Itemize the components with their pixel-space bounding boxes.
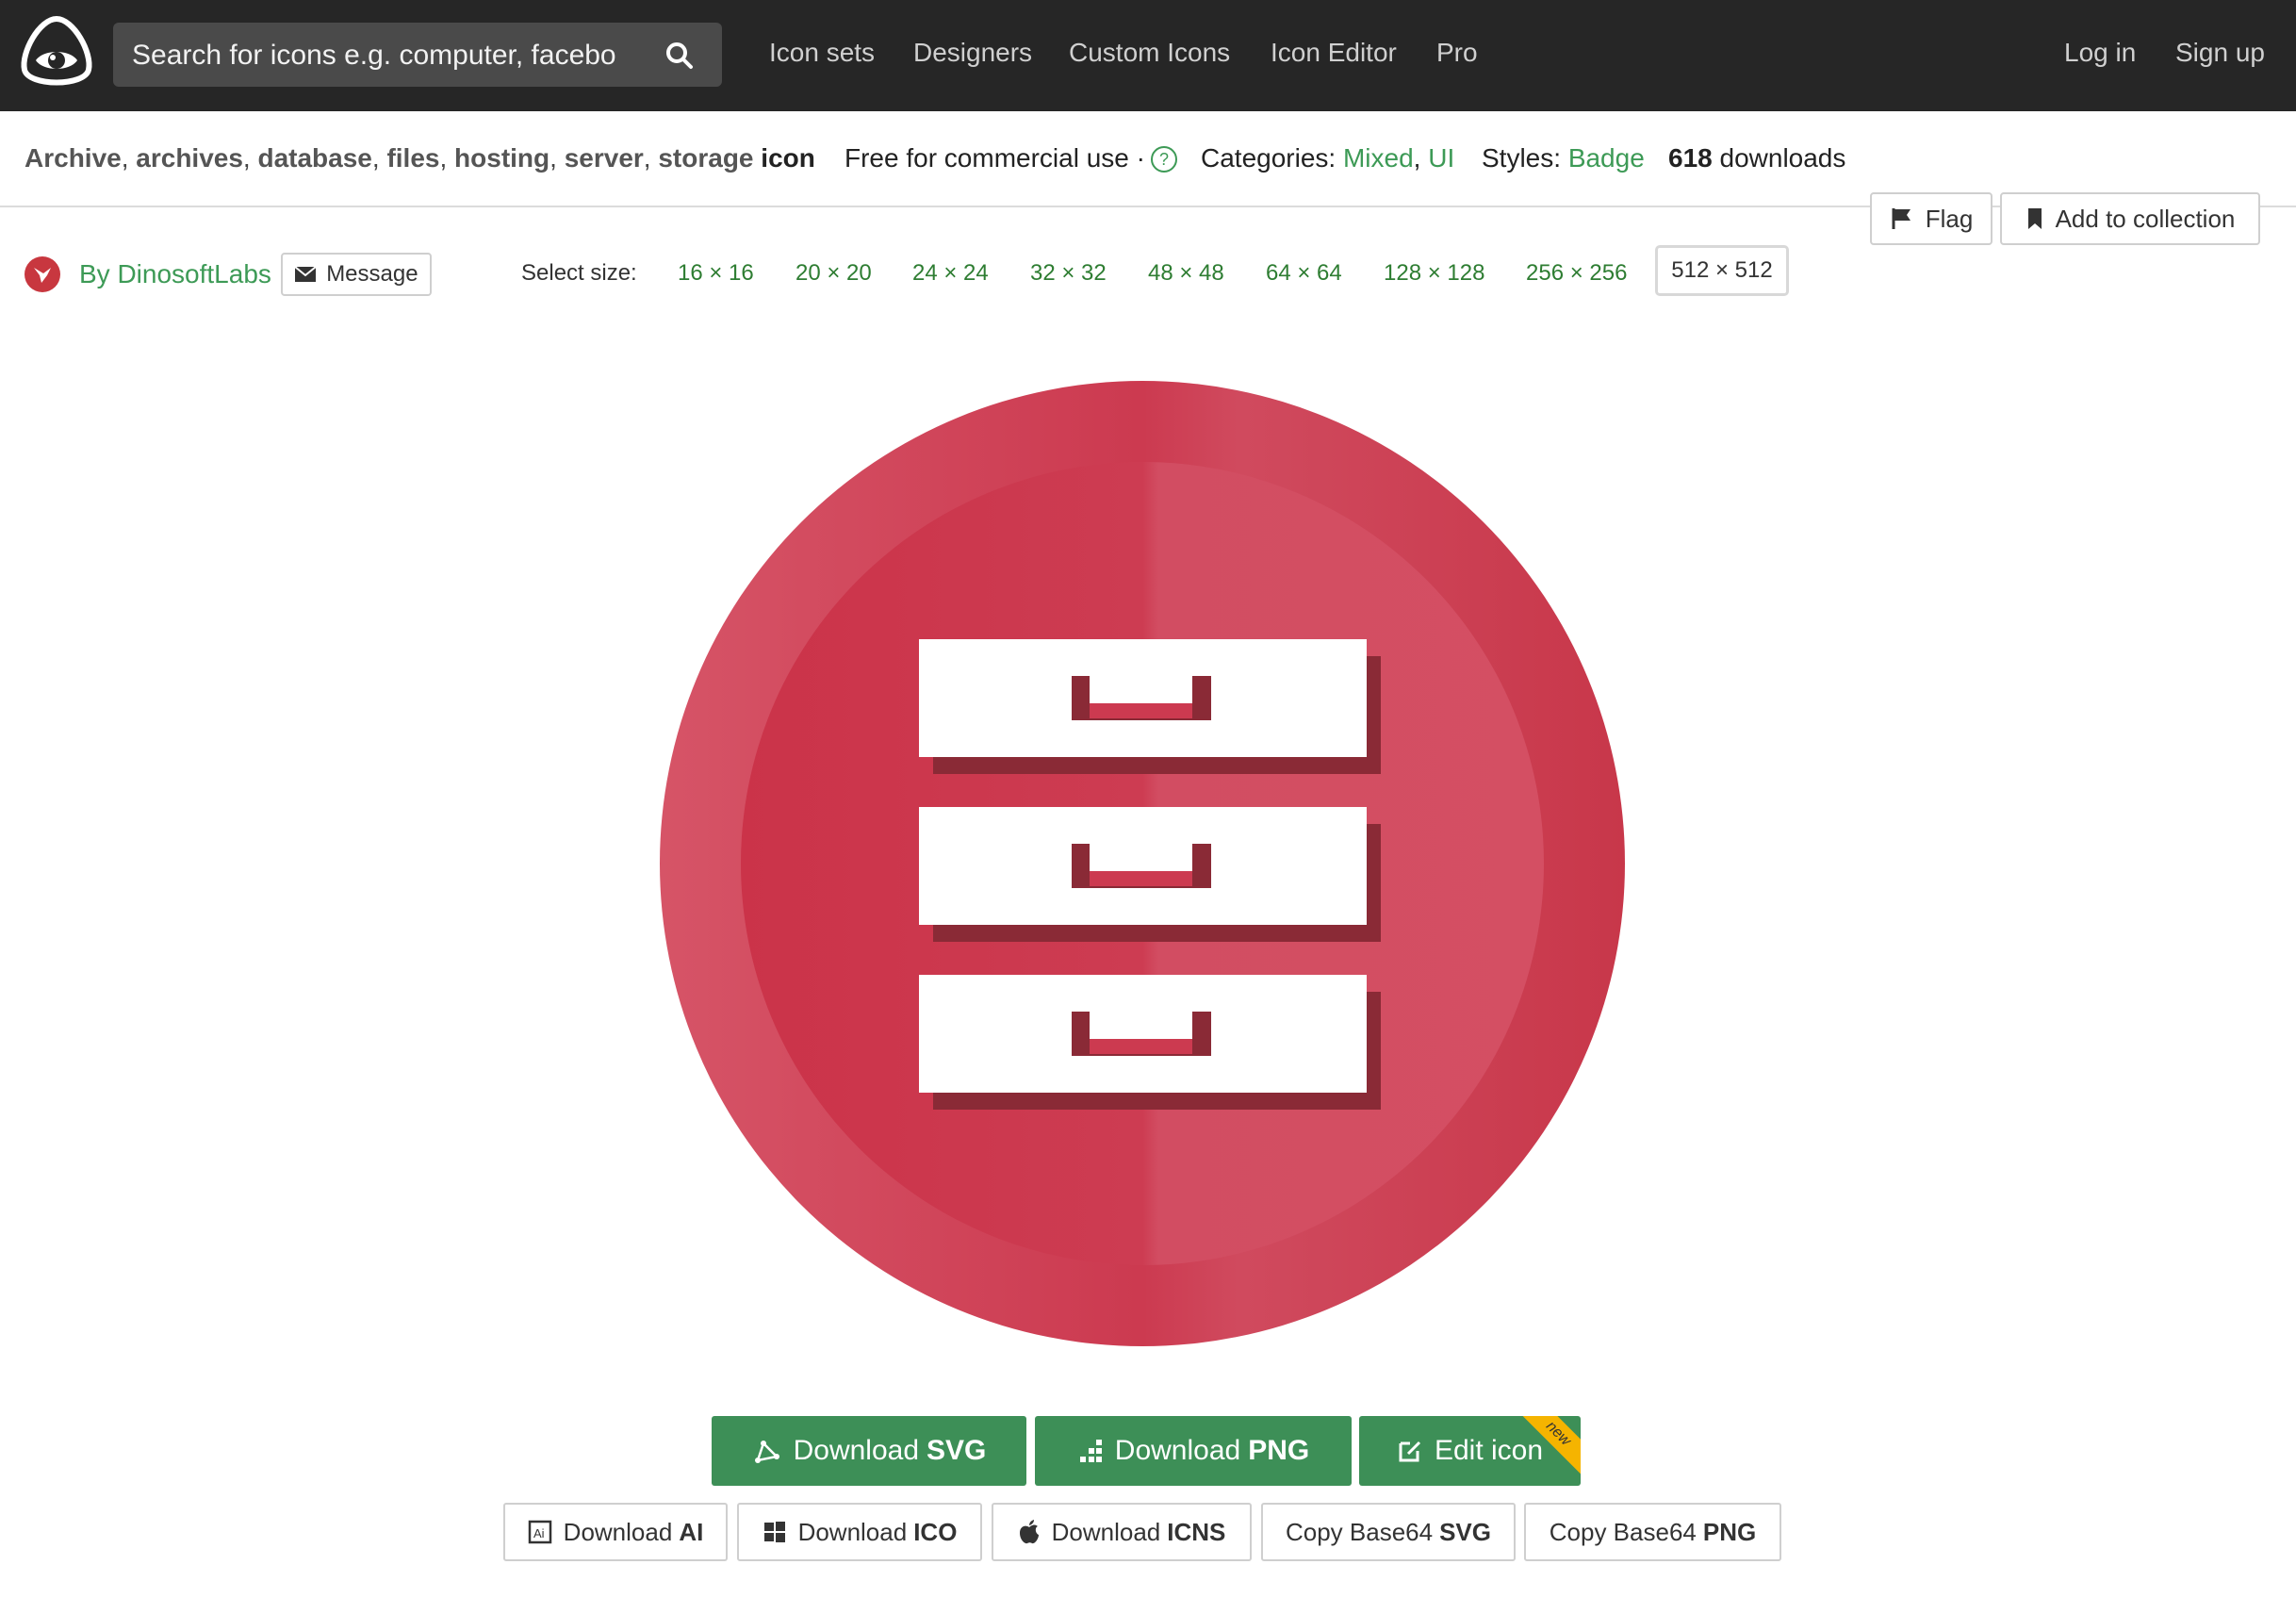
download-ico-format: ICO: [913, 1517, 958, 1546]
search-icon[interactable]: [665, 41, 694, 70]
download-icns-prefix: Download: [1051, 1517, 1161, 1546]
download-ai-prefix: Download: [563, 1517, 673, 1546]
login-link[interactable]: Log in: [2064, 38, 2136, 68]
nav-icon-editor[interactable]: Icon Editor: [1271, 38, 1397, 68]
nav-pro[interactable]: Pro: [1436, 38, 1478, 68]
download-ai-button[interactable]: Ai Download AI: [503, 1503, 728, 1561]
size-option[interactable]: 20 × 20: [795, 260, 872, 287]
license-help-icon[interactable]: ?: [1150, 146, 1177, 173]
tag-keyword[interactable]: files: [386, 143, 439, 173]
envelope-icon: [294, 266, 317, 282]
download-ico-button[interactable]: Download ICO: [737, 1503, 982, 1561]
download-png-format: PNG: [1248, 1435, 1310, 1466]
ai-file-icon: Ai: [528, 1520, 551, 1544]
add-to-collection-button[interactable]: Add to collection: [2000, 192, 2260, 245]
nav-designers[interactable]: Designers: [913, 38, 1032, 68]
tag-keyword[interactable]: database: [257, 143, 371, 173]
signup-link[interactable]: Sign up: [2175, 38, 2265, 68]
styles: Styles: Badge: [1482, 143, 1645, 173]
author-link[interactable]: By DinosoftLabs: [79, 259, 271, 289]
license-text: Free for commercial use ·: [845, 143, 1145, 173]
top-navigation-bar: Icon sets Designers Custom Icons Icon Ed…: [0, 0, 2296, 111]
download-icns-format: ICNS: [1167, 1517, 1226, 1546]
style-link-badge[interactable]: Badge: [1568, 143, 1645, 173]
copy-base64-svg-prefix: Copy Base64: [1285, 1517, 1434, 1546]
icon-tags: Archive, archives, database, files, host…: [25, 143, 815, 173]
author-info: By DinosoftLabs Message: [25, 253, 432, 296]
category-link-mixed[interactable]: Mixed: [1343, 143, 1414, 173]
tag-keyword[interactable]: server: [565, 143, 644, 173]
size-option[interactable]: 128 × 128: [1384, 260, 1484, 287]
download-ai-format: AI: [679, 1517, 704, 1546]
size-option[interactable]: 64 × 64: [1266, 260, 1342, 287]
edit-icon-label: Edit icon: [1434, 1435, 1544, 1466]
message-label: Message: [326, 261, 418, 287]
apple-icon: [1019, 1520, 1039, 1544]
pixel-grid-icon: [1079, 1440, 1102, 1462]
download-svg-format: SVG: [927, 1435, 987, 1466]
bookmark-icon: [2027, 208, 2042, 229]
vector-pen-icon: [754, 1441, 779, 1463]
download-count: 618 downloads: [1668, 143, 1845, 173]
tag-keyword[interactable]: storage: [658, 143, 753, 173]
copy-base64-svg-button[interactable]: Copy Base64 SVG: [1261, 1503, 1516, 1561]
download-png-prefix: Download: [1114, 1435, 1241, 1466]
tag-keyword[interactable]: Archive: [25, 143, 122, 173]
styles-label: Styles:: [1482, 143, 1562, 173]
edit-icon: [1399, 1441, 1421, 1462]
copy-base64-png-prefix: Copy Base64: [1549, 1517, 1697, 1546]
copy-base64-png-button[interactable]: Copy Base64 PNG: [1524, 1503, 1781, 1561]
flag-label: Flag: [1925, 204, 1974, 233]
download-svg-button[interactable]: Download SVG: [712, 1416, 1026, 1486]
size-option[interactable]: 48 × 48: [1148, 260, 1224, 287]
icon-word: icon: [761, 143, 815, 173]
download-png-button[interactable]: Download PNG: [1035, 1416, 1352, 1486]
search-box: [113, 23, 722, 89]
windows-icon: [763, 1522, 785, 1542]
download-count-value: 618: [1668, 143, 1713, 173]
author-avatar[interactable]: [25, 256, 60, 292]
size-option[interactable]: 256 × 256: [1526, 260, 1627, 287]
size-option-selected[interactable]: 512 × 512: [1655, 245, 1789, 296]
download-count-label: downloads: [1719, 143, 1846, 173]
select-size-label: Select size:: [521, 260, 637, 286]
dino-logo-icon: [34, 268, 51, 283]
svg-text:Ai: Ai: [533, 1526, 545, 1540]
tag-keyword[interactable]: hosting: [454, 143, 549, 173]
nav-custom-icons[interactable]: Custom Icons: [1069, 38, 1230, 68]
tag-keyword[interactable]: archives: [136, 143, 243, 173]
size-option[interactable]: 16 × 16: [678, 260, 754, 287]
add-to-collection-label: Add to collection: [2055, 204, 2236, 233]
copy-base64-svg-format: SVG: [1439, 1517, 1492, 1546]
size-option[interactable]: 32 × 32: [1030, 260, 1107, 287]
flag-button[interactable]: Flag: [1870, 192, 1993, 245]
nav-icon-sets[interactable]: Icon sets: [769, 38, 875, 68]
download-icns-button[interactable]: Download ICNS: [992, 1503, 1252, 1561]
iconfinder-logo-icon[interactable]: [17, 15, 96, 94]
message-button[interactable]: Message: [280, 253, 432, 296]
license-info: Free for commercial use ·?: [845, 143, 1177, 173]
download-svg-prefix: Download: [793, 1435, 920, 1466]
flag-icon: [1892, 208, 1911, 229]
categories: Categories: Mixed, UI: [1201, 143, 1455, 173]
size-option[interactable]: 24 × 24: [912, 260, 989, 287]
download-ico-prefix: Download: [797, 1517, 908, 1546]
edit-icon-button[interactable]: Edit icon new: [1359, 1416, 1581, 1486]
copy-base64-png-format: PNG: [1702, 1517, 1757, 1546]
category-link-ui[interactable]: UI: [1428, 143, 1454, 173]
archive-drawers-icon: [660, 381, 1625, 1346]
search-input[interactable]: [130, 23, 662, 89]
categories-label: Categories:: [1201, 143, 1337, 173]
